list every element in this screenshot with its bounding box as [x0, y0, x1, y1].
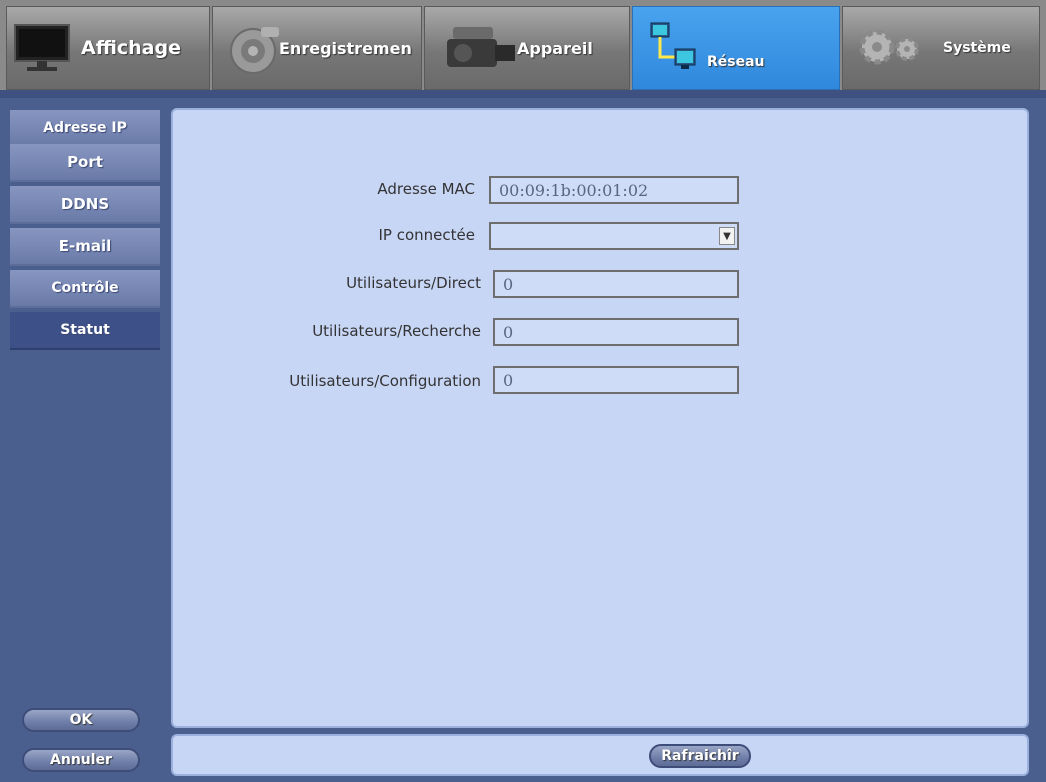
- sidebar-item-statut[interactable]: Statut: [10, 312, 160, 350]
- network-icon: [650, 22, 696, 69]
- tab-affichage[interactable]: Affichage: [6, 6, 210, 90]
- sidebar-item-label: Adresse IP: [43, 120, 127, 136]
- sidebar-item-port[interactable]: Port: [10, 144, 160, 182]
- tab-reseau[interactable]: Réseau: [632, 6, 840, 90]
- tab-label: Réseau: [707, 54, 765, 70]
- ok-button[interactable]: OK: [22, 708, 140, 732]
- connected-ip-label: IP connectée: [378, 226, 476, 244]
- status-panel: Adresse MAC 00:09:1b:00:01:02 IP connect…: [171, 108, 1029, 728]
- sidebar-item-label: Contrôle: [51, 280, 119, 296]
- users-live-field: 0: [493, 270, 739, 298]
- chevron-down-icon[interactable]: ▼: [719, 227, 735, 245]
- mac-address-value: 00:09:1b:00:01:02: [499, 181, 649, 200]
- users-search-label: Utilisateurs/Recherche: [312, 322, 481, 340]
- record-icon: [230, 27, 279, 74]
- users-live-value: 0: [503, 275, 514, 294]
- camera-icon: [447, 27, 515, 67]
- users-config-value: 0: [503, 371, 514, 390]
- tab-appareil[interactable]: Appareil: [424, 6, 630, 90]
- gear-icon: [859, 29, 919, 65]
- sidebar-item-label: Port: [67, 153, 103, 171]
- tab-label: Système: [943, 40, 1011, 56]
- users-search-value: 0: [503, 323, 514, 342]
- sidebar-item-email[interactable]: E-mail: [10, 228, 160, 266]
- tab-bar-divider: [0, 90, 1046, 98]
- sidebar-item-label: DDNS: [60, 195, 110, 213]
- monitor-icon: [14, 24, 70, 71]
- connected-ip-dropdown[interactable]: ▼: [489, 222, 739, 250]
- users-config-label: Utilisateurs/Configuration: [289, 372, 481, 390]
- sidebar-item-controle[interactable]: Contrôle: [10, 270, 160, 308]
- users-search-field: 0: [493, 318, 739, 346]
- mac-address-field: 00:09:1b:00:01:02: [489, 176, 739, 204]
- top-tab-bar: Affichage Enregistremen Appareil Réseau …: [0, 0, 1046, 92]
- users-live-label: Utilisateurs/Direct: [346, 274, 481, 292]
- tab-systeme[interactable]: Système: [842, 6, 1040, 90]
- tab-label: Appareil: [517, 38, 593, 58]
- mac-address-label: Adresse MAC: [377, 180, 475, 198]
- cancel-button[interactable]: Annuler: [22, 748, 140, 772]
- sidebar-item-label: E-mail: [58, 237, 112, 255]
- users-config-field: 0: [493, 366, 739, 394]
- sidebar-item-ddns[interactable]: DDNS: [10, 186, 160, 224]
- tab-enregistrement[interactable]: Enregistremen: [212, 6, 422, 90]
- tab-label: Affichage: [81, 37, 181, 59]
- footer-bar: Rafraichîr: [171, 734, 1029, 776]
- sidebar-item-adresse-ip[interactable]: Adresse IP: [10, 110, 160, 148]
- sidebar-item-label: Statut: [60, 322, 110, 338]
- tab-label: Enregistremen: [279, 38, 412, 58]
- refresh-button[interactable]: Rafraichîr: [649, 744, 751, 768]
